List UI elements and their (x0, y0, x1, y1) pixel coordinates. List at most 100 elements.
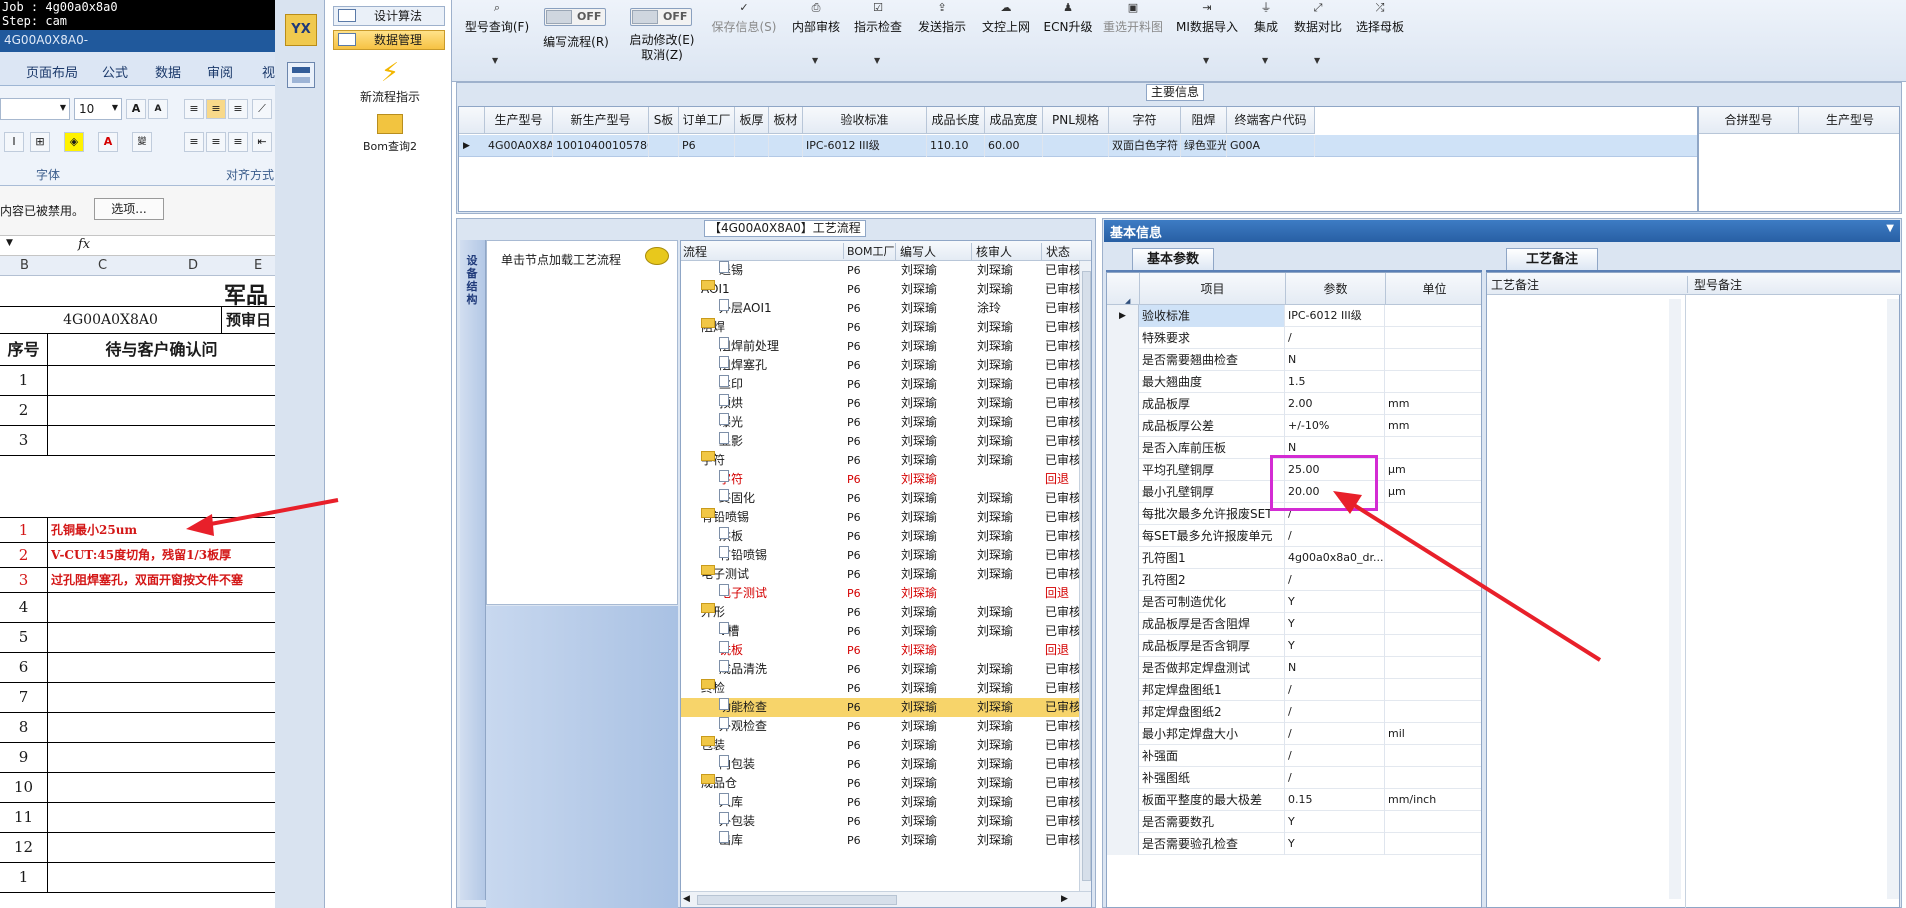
tree-node[interactable]: −成品仓 (701, 774, 737, 793)
nav-item-design[interactable]: 设计算法 (333, 6, 445, 26)
column-header-c[interactable]: C (98, 258, 107, 273)
param-unit-cell[interactable]: mil (1385, 723, 1481, 745)
header-production-model[interactable]: 生产型号 (1799, 107, 1899, 134)
main-info-cell[interactable] (769, 135, 803, 157)
tree-node[interactable]: 字符 (719, 470, 743, 489)
tree-row[interactable]: 显影 P6 刘琛瑜 刘琛瑜 已审核 (681, 432, 1081, 451)
tree-row[interactable]: 退锡 P6 刘琛瑜 刘琛瑜 已审核 (681, 261, 1081, 280)
sheet-red-text-cell[interactable]: V-CUT:45度切角，残留1/3板厚 (48, 543, 275, 567)
main-info-cell[interactable]: 60.00 (985, 135, 1043, 157)
tree-node[interactable]: −AOI1 (701, 280, 730, 299)
tree-row[interactable]: −终检 P6 刘琛瑜 刘琛瑜 已审核 (681, 679, 1081, 698)
integration-button[interactable]: ⏚ 集成 ▼ (1248, 2, 1284, 66)
tree-row[interactable]: −有铅喷锡 P6 刘琛瑜 刘琛瑜 已审核 (681, 508, 1081, 527)
main-info-col-header[interactable]: 字符 (1109, 107, 1181, 134)
sheet-seq-cell[interactable]: 4 (0, 593, 48, 622)
sheet-text-cell[interactable] (48, 396, 275, 425)
header-model-note[interactable]: 型号备注 (1687, 276, 1742, 293)
param-row[interactable]: ▶ 验收标准 IPC-6012 III级 (1107, 305, 1481, 327)
write-process-toggle[interactable]: OFF (544, 8, 606, 26)
param-item-cell[interactable]: 每批次最多允许报废SET (1139, 503, 1285, 525)
h-scroll-thumb[interactable] (697, 895, 897, 905)
options-button[interactable]: 选项... (94, 198, 164, 220)
tree-row[interactable]: 内包装 P6 刘琛瑜 刘琛瑜 已审核 (681, 755, 1081, 774)
tree-node[interactable]: −阻焊 (701, 318, 725, 337)
param-unit-cell[interactable]: μm (1385, 481, 1481, 503)
tree-row[interactable]: −字符 P6 刘琛瑜 刘琛瑜 已审核 (681, 451, 1081, 470)
param-row[interactable]: 特殊要求 / (1107, 327, 1481, 349)
tree-node[interactable]: 铣板 (719, 641, 743, 660)
sheet-seq-cell[interactable]: 2 (0, 543, 48, 567)
tree-node[interactable]: 烘板 (719, 527, 743, 546)
param-item-cell[interactable]: 补强图纸 (1139, 767, 1285, 789)
internal-review-button[interactable]: ⎙ 内部审核 ▼ (788, 2, 844, 66)
main-info-cell[interactable]: IPC-6012 III级 (803, 135, 927, 157)
sheet-seq-cell[interactable]: 1 (0, 863, 48, 892)
basic-params-grid[interactable]: ◢ 项目 参数 单位 ▶ 验收标准 IPC-6012 III级 特殊要求 / 是否需要翘曲… (1106, 272, 1482, 908)
param-item-cell[interactable]: 最小孔壁铜厚 (1139, 481, 1285, 503)
param-item-cell[interactable]: 是否需要验孔检查 (1139, 833, 1285, 855)
name-box-dropdown-icon[interactable]: ▼ (6, 238, 13, 248)
tree-row[interactable]: 阻焊塞孔 P6 刘琛瑜 刘琛瑜 已审核 (681, 356, 1081, 375)
tree-row[interactable]: 铣板 P6 刘琛瑜 回退 (681, 641, 1081, 660)
header-unit[interactable]: 单位 (1385, 273, 1481, 305)
nav-item-data-management[interactable]: 数据管理 (333, 30, 445, 50)
main-info-cell[interactable]: 4G00A0X8A0 (485, 135, 553, 157)
reselect-cutting-button[interactable]: ▣ 重选开料图 (1100, 2, 1166, 35)
cancel-text[interactable]: 取消(Z) (641, 48, 683, 62)
header-status[interactable]: 状态 (1041, 243, 1070, 260)
sheet-text-cell[interactable] (48, 653, 275, 682)
orientation-icon[interactable]: ⟋ (252, 99, 272, 119)
tab-basic-params[interactable]: 基本参数 (1132, 248, 1214, 270)
main-info-cell[interactable]: 110.10 (927, 135, 985, 157)
font-color-icon[interactable]: A (98, 132, 118, 152)
tree-node[interactable]: 入库 (719, 793, 743, 812)
main-info-col-header[interactable]: PNL规格 (1043, 107, 1109, 134)
param-row[interactable]: 是否可制造优化 Y (1107, 591, 1481, 613)
param-row[interactable]: 最小邦定焊盘大小 / mil (1107, 723, 1481, 745)
header-process-note[interactable]: 工艺备注 (1491, 276, 1539, 293)
tree-row[interactable]: 有铅喷锡 P6 刘琛瑜 刘琛瑜 已审核 (681, 546, 1081, 565)
sheet-seq-cell[interactable]: 2 (0, 396, 48, 425)
instruction-check-button[interactable]: ☑ 指示检查 ▼ (850, 2, 906, 66)
main-info-col-header[interactable]: 阻焊 (1181, 107, 1227, 134)
tree-row[interactable]: 出库 P6 刘琛瑜 刘琛瑜 已审核 (681, 831, 1081, 850)
param-item-cell[interactable]: 邦定焊盘图纸1 (1139, 679, 1285, 701)
param-row[interactable]: 补强面 / (1107, 745, 1481, 767)
border-icon[interactable]: ⊞ (30, 132, 50, 152)
equipment-structure-tab[interactable]: 设备结构 (460, 240, 486, 900)
param-value-cell[interactable]: Y (1285, 591, 1385, 613)
tree-row[interactable]: 字符 P6 刘琛瑜 回退 (681, 470, 1081, 489)
main-info-cell[interactable] (735, 135, 769, 157)
tree-node[interactable]: 阻焊塞孔 (719, 356, 767, 375)
tree-node[interactable]: −包装 (701, 736, 725, 755)
tree-row[interactable]: −成品仓 P6 刘琛瑜 刘琛瑜 已审核 (681, 774, 1081, 793)
tree-node[interactable]: 预烘 (719, 394, 743, 413)
tree-node[interactable]: 显影 (719, 432, 743, 451)
param-row[interactable]: 成品板厚公差 +/-10% mm (1107, 415, 1481, 437)
align-bottom-icon[interactable]: ≡ (228, 99, 248, 119)
sheet-seq-cell[interactable]: 12 (0, 833, 48, 862)
tree-row[interactable]: 丝印 P6 刘琛瑜 刘琛瑜 已审核 (681, 375, 1081, 394)
main-info-cell[interactable]: P6 (679, 135, 735, 157)
main-info-col-header[interactable]: 成品宽度 (985, 107, 1043, 134)
main-info-cell[interactable] (1043, 135, 1109, 157)
tree-node[interactable]: 外层AOI1 (719, 299, 772, 318)
tree-row[interactable]: 入库 P6 刘琛瑜 刘琛瑜 已审核 (681, 793, 1081, 812)
param-value-cell[interactable]: 2.00 (1285, 393, 1385, 415)
font-name-select[interactable]: ▼ (0, 98, 70, 120)
param-value-cell[interactable]: / (1285, 327, 1385, 349)
param-value-cell[interactable]: / (1285, 569, 1385, 591)
param-item-cell[interactable]: 是否可制造优化 (1139, 591, 1285, 613)
param-item-cell[interactable]: 成品板厚公差 (1139, 415, 1285, 437)
header-pending[interactable]: 待与客户确认问 (48, 334, 275, 365)
param-item-cell[interactable]: 孔符图2 (1139, 569, 1285, 591)
phonetic-icon[interactable]: 變 (132, 132, 152, 152)
sheet-seq-cell[interactable]: 10 (0, 773, 48, 802)
main-info-col-header[interactable]: 终端客户代码 (1227, 107, 1315, 134)
header-writer[interactable]: 编写人 (895, 243, 936, 260)
sheet-text-cell[interactable] (48, 743, 275, 772)
pre-review-cell[interactable]: 预审日 (222, 307, 275, 333)
param-row[interactable]: 成品板厚是否含阻焊 Y (1107, 613, 1481, 635)
param-unit-cell[interactable]: mm (1385, 415, 1481, 437)
